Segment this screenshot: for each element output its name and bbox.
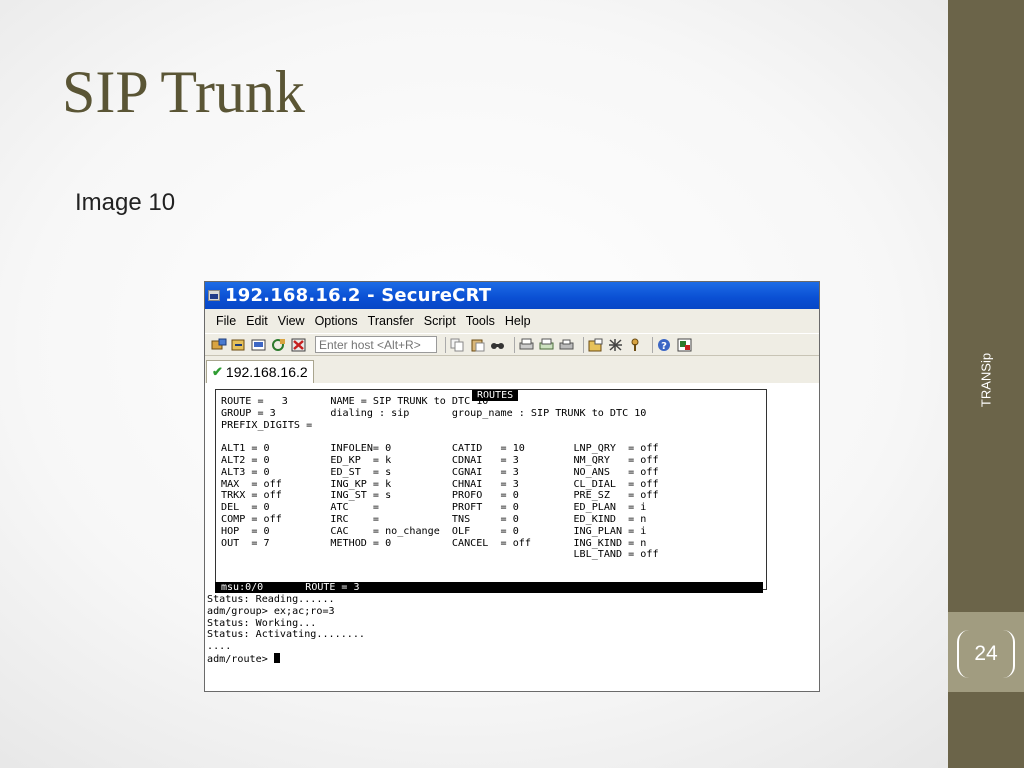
svg-text:?: ? — [661, 341, 667, 352]
page-number: 24 — [957, 630, 1015, 678]
session-options-icon[interactable] — [588, 338, 604, 352]
menu-help[interactable]: Help — [500, 314, 536, 328]
menu-file[interactable]: File — [211, 314, 241, 328]
print-selection-icon[interactable] — [539, 338, 555, 352]
window-title: 192.168.16.2 - SecureCRT — [225, 285, 492, 306]
activator-icon[interactable] — [677, 338, 693, 352]
toolbar-separator — [445, 336, 446, 353]
log-line: Status: Activating........ — [207, 629, 366, 641]
toolbar-separator — [652, 336, 653, 353]
route-line: HOP = 0 CAC = no_change OLF = 0 ING_PLAN… — [221, 525, 647, 537]
session-tab-label: 192.168.16.2 — [225, 364, 308, 380]
route-line: ROUTE = 3 NAME = SIP TRUNK to DTC 10 — [221, 396, 489, 407]
route-line: COMP = off IRC = TNS = 0 ED_KIND = n — [221, 513, 647, 525]
host-input[interactable] — [315, 336, 437, 353]
route-line: ALT1 = 0 INFOLEN= 0 CATID = 10 LNP_QRY =… — [221, 443, 659, 455]
terminal-app-icon — [208, 290, 220, 301]
terminal-status-bar: msu:0/0 ROUTE = 3 — [215, 582, 763, 593]
toolbar-separator — [514, 336, 515, 353]
route-details: ROUTE = 3 NAME = SIP TRUNK to DTC 10 GRO… — [221, 396, 659, 561]
log-line: adm/group> ex;ac;ro=3 — [207, 605, 335, 617]
menu-bar: File Edit View Options Transfer Script T… — [205, 309, 819, 333]
connect-tab-icon[interactable] — [251, 338, 267, 352]
route-line: ALT3 = 0 ED_ST = s CGNAI = 3 NO_ANS = of… — [221, 466, 659, 478]
route-line: GROUP = 3 dialing : sip group_name : SIP… — [221, 407, 647, 419]
session-tab[interactable]: ✔ 192.168.16.2 — [206, 360, 314, 383]
terminal-cursor — [273, 652, 280, 663]
printer-setup-icon[interactable] — [559, 338, 575, 352]
print-icon[interactable] — [519, 338, 535, 352]
reconnect-icon[interactable] — [271, 338, 287, 352]
slide-title: SIP Trunk — [62, 59, 305, 125]
toolbar: ? — [205, 333, 819, 355]
menu-transfer[interactable]: Transfer — [363, 314, 419, 328]
connect-icon[interactable] — [211, 338, 227, 352]
route-line: DEL = 0 ATC = PROFT = 0 ED_PLAN = i — [221, 502, 647, 514]
log-line: Status: Reading...... — [207, 594, 335, 605]
copy-icon[interactable] — [450, 338, 466, 352]
menu-tools[interactable]: Tools — [461, 314, 500, 328]
log-line: Status: Working... — [207, 617, 317, 629]
route-line: TRKX = off ING_ST = s PROFO = 0 PRE_SZ =… — [221, 490, 659, 502]
log-line: .... — [207, 641, 232, 653]
prompt-line: adm/route> — [207, 653, 274, 665]
side-label: TRANSip — [978, 352, 994, 408]
securecrt-window: 192.168.16.2 - SecureCRT File Edit View … — [204, 281, 820, 692]
paste-icon[interactable] — [470, 338, 486, 352]
menu-view[interactable]: View — [273, 314, 310, 328]
menu-edit[interactable]: Edit — [241, 314, 273, 328]
quick-connect-icon[interactable] — [231, 338, 247, 352]
help-icon[interactable]: ? — [657, 338, 673, 352]
key-icon[interactable] — [628, 338, 644, 352]
find-icon[interactable] — [490, 338, 506, 352]
route-line: ALT2 = 0 ED_KP = k CDNAI = 3 NM_QRY = of… — [221, 454, 659, 466]
route-line: LBL_TAND = off — [221, 549, 659, 561]
route-line: MAX = off ING_KP = k CHNAI = 3 CL_DIAL =… — [221, 478, 659, 490]
slide-subtitle: Image 10 — [75, 189, 176, 216]
connected-check-icon: ✔ — [212, 364, 223, 379]
menu-options[interactable]: Options — [310, 314, 363, 328]
route-line: OUT = 7 METHOD = 0 CANCEL = off ING_KIND… — [221, 537, 647, 549]
menu-script[interactable]: Script — [419, 314, 461, 328]
route-line: PREFIX_DIGITS = — [221, 419, 313, 431]
global-options-icon[interactable] — [608, 338, 624, 352]
session-tab-bar: ✔ 192.168.16.2 — [205, 355, 819, 383]
toolbar-separator — [583, 336, 584, 353]
terminal-log: Status: Reading...... adm/group> ex;ac;r… — [207, 594, 365, 666]
disconnect-icon[interactable] — [291, 338, 307, 352]
window-titlebar[interactable]: 192.168.16.2 - SecureCRT — [205, 282, 819, 309]
